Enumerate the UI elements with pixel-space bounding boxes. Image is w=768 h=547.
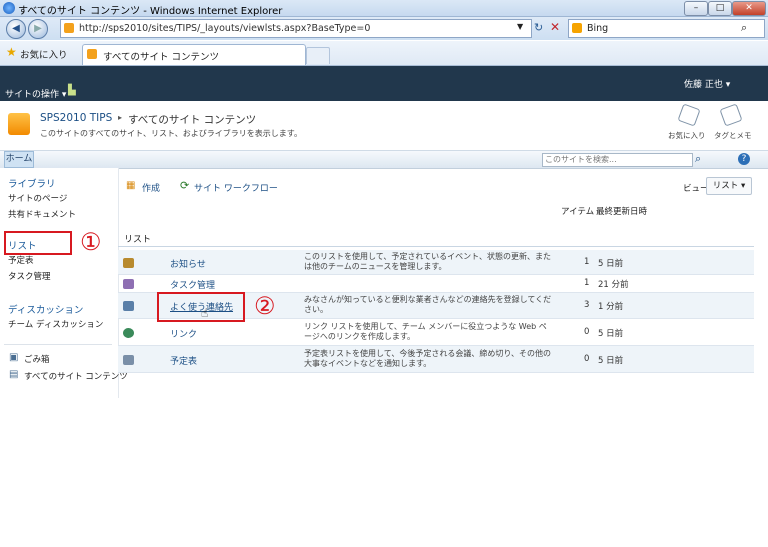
page-icon	[64, 23, 74, 33]
back-button[interactable]: ◀	[6, 19, 26, 39]
view-selector[interactable]: リスト ▾	[706, 177, 752, 195]
list-description: みなさんが知っていると便利な業者さんなどの連絡先を登録してください。	[304, 295, 552, 314]
address-row: ◀ ▶ http://sps2010/sites/TIPS/_layouts/v…	[0, 17, 768, 40]
tab-page-icon	[87, 49, 97, 59]
callout-number-two: ②	[254, 292, 276, 320]
create-button[interactable]: 作成	[142, 181, 160, 194]
list-link-tasks[interactable]: タスク管理	[170, 278, 215, 291]
window-title-bar: すべてのサイト コンテンツ - Windows Internet Explore…	[0, 0, 768, 17]
hand-cursor-icon: ☝	[201, 306, 209, 320]
minimize-button[interactable]: –	[684, 1, 708, 16]
window-title: すべてのサイト コンテンツ - Windows Internet Explore…	[18, 6, 283, 17]
list-modified: 5 日前	[598, 356, 624, 366]
ie-icon	[3, 2, 15, 14]
list-description: 予定表リストを使用して、今後予定される会議、締め切り、その他の大事なイベントなど…	[304, 349, 552, 368]
user-menu[interactable]: 佐藤 正也 ▾	[684, 77, 730, 90]
nav-libraries[interactable]: ライブラリ	[8, 176, 56, 190]
nav-divider	[4, 344, 112, 345]
table-row: お知らせ このリストを使用して、予定されているイベント、状態の更新、または他のチ…	[118, 250, 754, 275]
create-icon: ▦	[126, 180, 136, 191]
contacts-icon	[123, 301, 134, 311]
table-row: 予定表 予定表リストを使用して、今後予定される会議、締め切り、その他の大事なイベ…	[118, 346, 754, 373]
home-tab[interactable]: ホーム	[4, 151, 34, 168]
all-content-icon: ▤	[9, 369, 19, 380]
table-row: リンク リンク リストを使用して、チーム メンバーに役立つような Web ページ…	[118, 319, 754, 346]
nav-site-pages[interactable]: サイトのページ	[8, 192, 67, 204]
search-icon[interactable]: ⌕	[741, 21, 747, 35]
recycle-bin-icon: ▣	[9, 352, 19, 363]
site-search-input[interactable]: このサイトを検索...	[542, 153, 693, 167]
site-actions-menu[interactable]: サイトの操作 ▾	[5, 87, 66, 100]
nav-calendar[interactable]: 予定表	[8, 254, 34, 266]
list-link-calendar[interactable]: 予定表	[170, 354, 197, 367]
search-engine-label: Bing	[587, 23, 609, 34]
column-modified[interactable]: 最終更新日時	[596, 205, 647, 217]
new-tab-button[interactable]	[306, 47, 330, 64]
list-modified: 21 分前	[598, 280, 629, 290]
refresh-icon[interactable]: ↻	[534, 21, 543, 34]
site-logo-icon	[8, 113, 30, 135]
nav-all-site-content[interactable]: すべてのサイト コンテンツ	[24, 370, 128, 382]
nav-shared-documents[interactable]: 共有ドキュメント	[8, 208, 76, 220]
nav-discussions[interactable]: ディスカッション	[8, 302, 83, 316]
list-modified: 5 日前	[598, 329, 624, 339]
stop-icon[interactable]: ✕	[550, 20, 560, 34]
tab-title: すべてのサイト コンテンツ	[103, 52, 219, 63]
favorites-bar: ★ お気に入り すべてのサイト コンテンツ	[0, 41, 768, 66]
link-icon	[123, 328, 134, 338]
list-item-count: 3	[584, 300, 590, 310]
list-modified: 1 分前	[598, 302, 624, 312]
list-link-links[interactable]: リンク	[170, 327, 197, 340]
nav-recycle-bin[interactable]: ごみ箱	[24, 353, 50, 365]
close-button[interactable]: ✕	[732, 1, 766, 16]
table-row: タスク管理 1 21 分前	[118, 275, 754, 293]
list-item-count: 0	[584, 327, 590, 337]
forward-button[interactable]: ▶	[28, 19, 48, 39]
callout-number-one: ①	[80, 228, 102, 256]
nav-team-discussion[interactable]: チーム ディスカッション	[8, 318, 103, 330]
browser-tab[interactable]: すべてのサイト コンテンツ	[82, 44, 306, 65]
list-item-count: 1	[584, 278, 590, 288]
list-description: リンク リストを使用して、チーム メンバーに役立つような Web ページへのリン…	[304, 322, 547, 341]
list-item-count: 1	[584, 257, 590, 267]
column-items[interactable]: アイテム	[561, 205, 594, 217]
like-button[interactable]: お気に入り	[668, 130, 706, 141]
tags-notes-button[interactable]: タグとメモ	[714, 130, 752, 141]
page-header	[0, 101, 768, 149]
search-box[interactable]: Bing ⌕	[568, 19, 765, 38]
address-bar[interactable]: http://sps2010/sites/TIPS/_layouts/viewl…	[60, 19, 532, 38]
help-icon[interactable]: ?	[738, 153, 750, 165]
list-item-count: 0	[584, 354, 590, 364]
navigate-up-icon[interactable]: ▙	[68, 85, 76, 96]
bing-icon	[572, 23, 582, 33]
site-search-icon[interactable]: ⌕	[695, 152, 701, 166]
list-description: このリストを使用して、予定されているイベント、状態の更新、または他のチームのニュ…	[304, 252, 551, 271]
top-navigation: ホーム このサイトを検索... ⌕ ?	[0, 150, 768, 169]
calendar-icon	[123, 355, 134, 365]
page-title: すべてのサイト コンテンツ	[128, 114, 257, 126]
nav-tasks[interactable]: タスク管理	[8, 270, 51, 282]
breadcrumb-site[interactable]: SPS2010 TIPS	[40, 112, 112, 124]
maximize-button[interactable]: □	[708, 1, 732, 16]
url-text: http://sps2010/sites/TIPS/_layouts/viewl…	[79, 23, 371, 34]
favorites-button[interactable]: お気に入り	[20, 47, 68, 61]
site-workflow-button[interactable]: サイト ワークフロー	[194, 181, 278, 194]
ribbon-header: サイトの操作 ▾ ▙ 佐藤 正也 ▾	[0, 66, 768, 101]
section-heading: リスト	[124, 235, 152, 245]
section-rule	[118, 246, 754, 247]
page-description: このサイトのすべてのサイト、リスト、およびライブラリを表示します。	[40, 129, 302, 138]
task-icon	[123, 279, 134, 289]
dropdown-arrow-icon[interactable]: ▼	[517, 22, 523, 31]
callout-box-lists	[4, 231, 72, 255]
list-link-announcements[interactable]: お知らせ	[170, 257, 206, 270]
list-modified: 5 日前	[598, 259, 624, 269]
breadcrumb-separator: ▸	[118, 113, 123, 122]
favorites-star-icon: ★	[6, 45, 17, 59]
announcement-icon	[123, 258, 134, 268]
workflow-icon: ⟳	[180, 179, 190, 192]
